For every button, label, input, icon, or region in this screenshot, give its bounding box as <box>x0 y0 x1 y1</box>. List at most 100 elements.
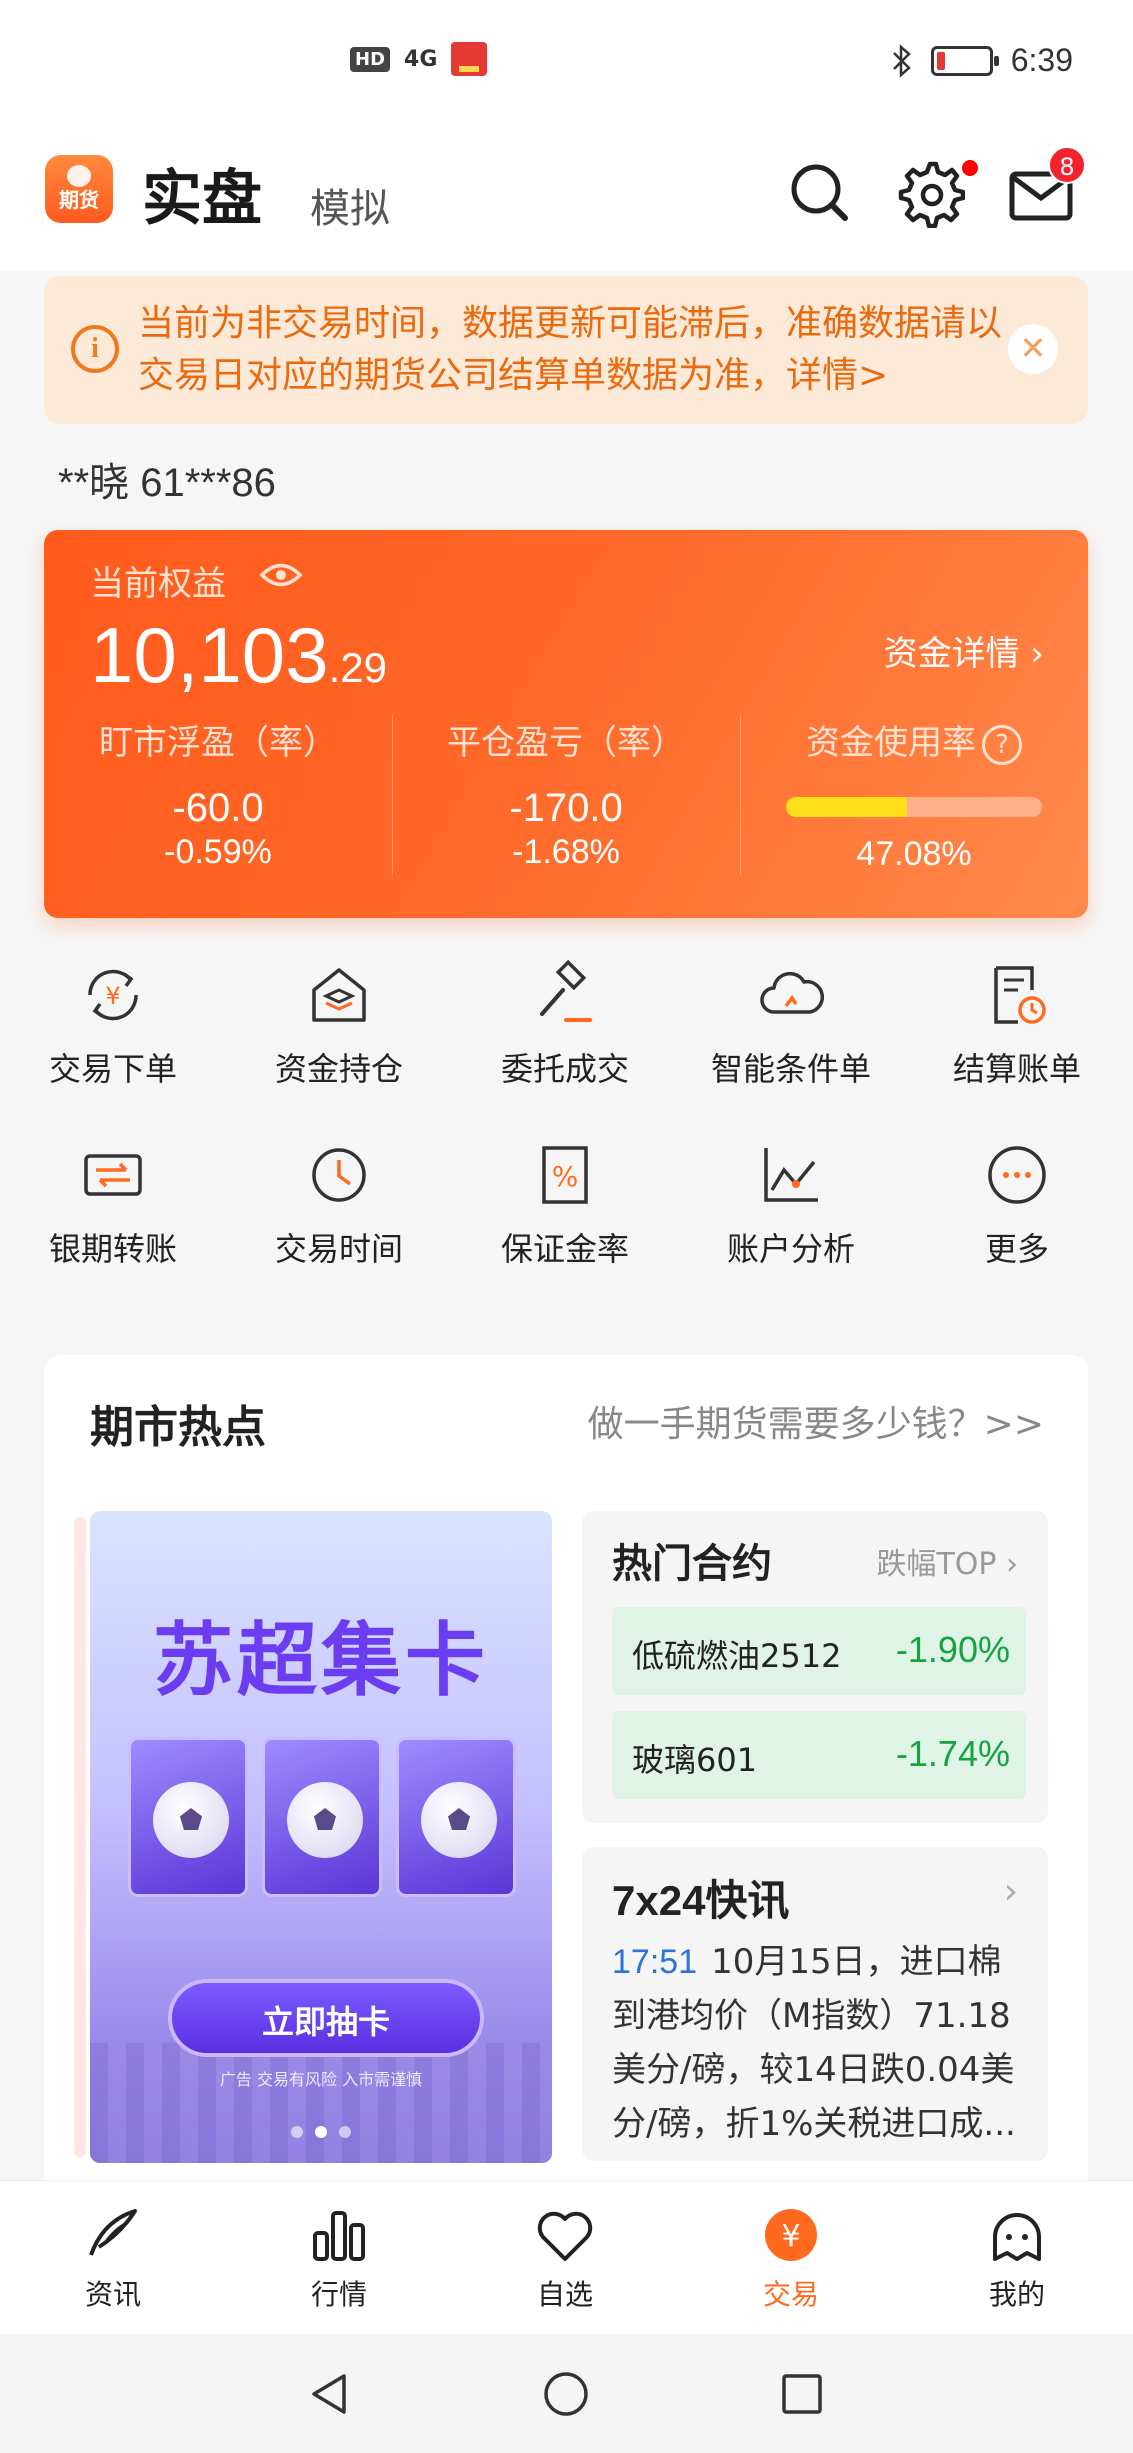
banner-peek <box>74 1517 86 2157</box>
quick-action-funds-positions[interactable]: 资金持仓 <box>226 960 452 1090</box>
notice-text[interactable]: 当前为非交易时间，数据更新可能滞后，准确数据请以交易日对应的期货公司结算单数据为… <box>138 298 1018 402</box>
back-icon[interactable] <box>300 2364 360 2424</box>
bill-clock-icon <box>994 966 1046 1024</box>
closed-pnl-value: -170.0 <box>509 786 623 830</box>
crowd-illustration <box>90 2043 552 2163</box>
cost-per-lot-link[interactable]: 做一手期货需要多少钱？>> <box>588 1395 1044 1447</box>
card-illustration <box>396 1737 516 1897</box>
quick-action-label: 委托成交 <box>500 1050 629 1088</box>
quick-actions-row: ¥ 交易下单 资金持仓 委托成交 智能条件单 结算账单 <box>0 960 1133 1110</box>
bluetooth-icon <box>892 43 911 78</box>
battery-icon <box>930 45 999 76</box>
fund-usage-label: 资金使用率? <box>740 715 1088 765</box>
account-id: **晓 61***86 <box>58 461 276 505</box>
quick-action-settlement-bill[interactable]: 结算账单 <box>904 960 1130 1090</box>
quick-action-orders-fills[interactable]: 委托成交 <box>452 960 678 1090</box>
tab-profile[interactable]: 我的 <box>904 2203 1130 2313</box>
card-illustration <box>262 1737 382 1897</box>
help-icon[interactable]: ? <box>982 724 1022 765</box>
ad-disclaimer: 广告 交易有风险 入市需谨慎 <box>219 2070 423 2089</box>
decline-top-link[interactable]: 跌幅TOP › <box>876 1539 1018 1583</box>
hd-badge: HD <box>350 46 391 72</box>
quick-action-trading-hours[interactable]: 交易时间 <box>226 1140 452 1270</box>
search-icon[interactable] <box>785 158 855 228</box>
quick-action-label: 保证金率 <box>500 1230 629 1268</box>
yuan-coin-icon: ¥ <box>765 2209 817 2261</box>
tab-label: 交易 <box>762 2278 819 2311</box>
quick-action-more[interactable]: 更多 <box>904 1140 1130 1270</box>
non-trading-notice[interactable]: i 当前为非交易时间，数据更新可能滞后，准确数据请以交易日对应的期货公司结算单数… <box>44 276 1088 424</box>
settings-red-dot <box>962 160 978 176</box>
contract-row[interactable]: 玻璃601 -1.74% <box>612 1711 1026 1799</box>
tab-real-trading[interactable]: 实盘 <box>142 150 262 237</box>
promo-banner[interactable]: 苏超集卡 立即抽卡 广告 交易有风险 入市需谨慎 <box>90 1511 552 2163</box>
status-bar: HD 4G 6:39 <box>0 0 1133 120</box>
quick-action-label: 资金持仓 <box>274 1050 403 1088</box>
closed-pnl-label: 平仓盈亏（率） <box>447 723 685 763</box>
draw-card-button[interactable]: 立即抽卡 <box>168 1979 484 2057</box>
quick-action-margin-rate[interactable]: % 保证金率 <box>452 1140 678 1270</box>
heart-icon <box>537 2211 593 2261</box>
contract-name: 低硫燃油2512 <box>632 1637 842 1675</box>
bar-chart-icon <box>313 2211 365 2261</box>
equity-label: 当前权益 <box>90 564 226 604</box>
tab-label: 资讯 <box>84 2278 141 2311</box>
quick-action-label: 账户分析 <box>726 1230 855 1268</box>
tab-news[interactable]: 资讯 <box>0 2203 226 2313</box>
tab-simulated-trading[interactable]: 模拟 <box>310 176 390 234</box>
tab-label: 我的 <box>988 2278 1045 2311</box>
app-header: 期货 实盘 模拟 8 <box>0 120 1133 270</box>
tab-watchlist[interactable]: 自选 <box>452 2203 678 2313</box>
fund-usage-rate: 47.08% <box>856 834 972 873</box>
info-icon: i <box>71 325 119 373</box>
eye-icon[interactable] <box>259 560 303 590</box>
contract-change: -1.90% <box>895 1629 1010 1670</box>
equity-value-dec: .29 <box>328 644 387 691</box>
fund-usage-bar <box>786 796 1042 817</box>
clock-time: 6:39 <box>1010 42 1073 78</box>
carousel-dots <box>90 2123 552 2142</box>
close-icon[interactable]: ✕ <box>1008 324 1058 374</box>
news-flash-panel[interactable]: 7x24快讯 › 17:51 10月15日，进口棉到港均价（M指数）71.18美分… <box>582 1847 1048 2161</box>
quick-action-trade-order[interactable]: ¥ 交易下单 <box>0 960 226 1090</box>
equity-value: 10,103.29 <box>90 610 387 701</box>
chevron-right-icon[interactable]: › <box>1004 1871 1018 1912</box>
gear-icon[interactable] <box>895 158 965 228</box>
house-layers-icon <box>312 968 366 1022</box>
tab-label: 行情 <box>310 2278 367 2311</box>
tab-market[interactable]: 行情 <box>226 2203 452 2313</box>
fund-usage-stat: 资金使用率? 47.08% <box>740 715 1088 874</box>
gavel-icon <box>540 960 592 1022</box>
card-transfer-icon <box>84 1154 142 1196</box>
svg-text:%: % <box>552 1160 579 1193</box>
closed-pnl-stat: 平仓盈亏（率） -170.0 -1.68% <box>392 715 740 872</box>
quick-action-label: 交易下单 <box>48 1050 177 1088</box>
floating-pnl-label: 盯市浮盈（率） <box>99 723 337 763</box>
fund-detail-link[interactable]: 资金详情 › <box>884 626 1044 675</box>
quick-action-bank-transfer[interactable]: 银期转账 <box>0 1140 226 1270</box>
quick-action-label: 智能条件单 <box>710 1050 871 1088</box>
signal-icon: 4G <box>404 46 438 72</box>
quick-action-account-analysis[interactable]: 账户分析 <box>678 1140 904 1270</box>
profile-face-icon <box>993 2213 1041 2261</box>
news-time: 17:51 <box>612 1943 698 1981</box>
svg-text:¥: ¥ <box>105 982 120 1010</box>
more-icon <box>988 1146 1046 1204</box>
section-title: 期市热点 <box>90 1402 266 1453</box>
cloud-icon <box>760 971 824 1014</box>
news-feather-icon <box>89 2209 137 2256</box>
bottom-tab-bar: 资讯 行情 自选 ¥ 交易 我的 <box>0 2180 1133 2334</box>
equity-value-int: 10,103 <box>90 611 329 699</box>
svg-text:¥: ¥ <box>781 2219 800 2254</box>
floating-pnl-rate: -0.59% <box>164 833 272 871</box>
home-icon[interactable] <box>536 2364 596 2424</box>
tab-trade[interactable]: ¥ 交易 <box>678 2203 904 2313</box>
quick-action-smart-conditional[interactable]: 智能条件单 <box>678 960 904 1090</box>
news-title: 7x24快讯 <box>612 1877 790 1924</box>
contract-row[interactable]: 低硫燃油2512 -1.90% <box>612 1607 1026 1695</box>
recent-apps-icon[interactable] <box>772 2364 832 2424</box>
equity-card: 当前权益 10,103.29 资金详情 › 盯市浮盈（率） -60.0 -0.5… <box>44 530 1088 918</box>
app-logo: 期货 <box>45 155 113 223</box>
fund-usage-fill <box>786 796 907 817</box>
floating-pnl-stat: 盯市浮盈（率） -60.0 -0.59% <box>44 715 392 872</box>
